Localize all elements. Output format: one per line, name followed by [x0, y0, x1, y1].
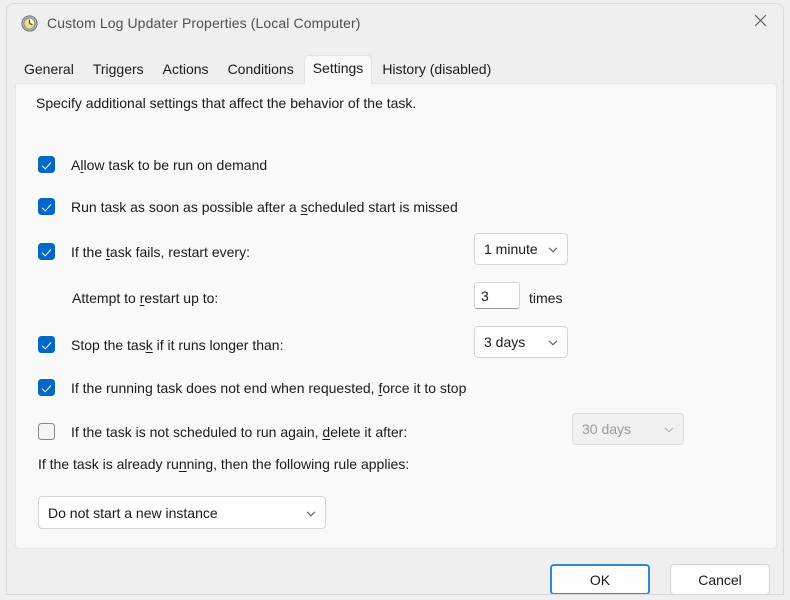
run-asap-label-accel: s — [300, 198, 308, 215]
close-button[interactable] — [737, 4, 783, 37]
allow-on-demand-label-post: low task to be run on demand — [83, 156, 268, 173]
already-running-rule-value: Do not start a new instance — [48, 504, 218, 521]
restart-on-fail-label: If the task fails, restart every: — [71, 244, 250, 260]
tab-triggers-label: Triggers — [92, 61, 144, 77]
delete-after-value: 30 days — [582, 421, 632, 437]
delete-after-label-post: elete it after: — [330, 423, 408, 440]
allow-on-demand-checkbox[interactable] — [38, 156, 55, 173]
tab-general-label: General — [24, 61, 74, 77]
stop-duration-combobox[interactable]: 3 days — [474, 326, 568, 358]
window-title: Custom Log Updater Properties (Local Com… — [47, 15, 361, 31]
restart-on-fail-label-pre: If the — [71, 243, 107, 260]
stop-if-longer-label-post: if it runs longer than: — [152, 336, 284, 353]
stop-if-longer-label-pre: Stop the tas — [71, 336, 146, 353]
restart-attempts-input[interactable]: 3 — [474, 282, 520, 309]
restart-interval-value: 1 minute — [484, 241, 538, 257]
restart-interval-combobox[interactable]: 1 minute — [474, 233, 568, 265]
chevron-down-icon — [548, 242, 558, 257]
allow-on-demand-row[interactable]: Allow task to be run on demand — [38, 156, 267, 173]
stop-if-longer-label: Stop the task if it runs longer than: — [71, 337, 283, 353]
ok-button-label: OK — [589, 571, 611, 588]
run-asap-label: Run task as soon as possible after a sch… — [71, 199, 458, 215]
already-running-label-accel: n — [178, 456, 187, 472]
force-stop-label-post: orce it to stop — [382, 379, 467, 396]
restart-attempts-label-pre: Attempt to — [72, 290, 140, 306]
restart-attempts-label-post: estart up to: — [144, 290, 219, 306]
stop-if-longer-checkbox[interactable] — [38, 336, 55, 353]
delete-after-checkbox[interactable] — [38, 423, 55, 440]
restart-on-fail-checkbox[interactable] — [38, 243, 55, 260]
restart-attempts-value: 3 — [481, 287, 489, 304]
restart-on-fail-row[interactable]: If the task fails, restart every: — [38, 243, 250, 260]
restart-attempts-suffix: times — [529, 290, 563, 306]
cancel-button-label: Cancel — [698, 571, 742, 588]
ok-button[interactable]: OK — [550, 564, 650, 594]
tab-conditions-label: Conditions — [227, 61, 294, 77]
delete-after-combobox: 30 days — [572, 413, 684, 445]
stop-if-longer-label-accel: k — [145, 336, 153, 353]
allow-on-demand-label-pre: A — [71, 156, 81, 173]
restart-attempts-label: Attempt to restart up to: — [72, 290, 218, 306]
cancel-button[interactable]: Cancel — [670, 564, 770, 594]
tab-history-label: History (disabled) — [382, 61, 492, 77]
tab-conditions[interactable]: Conditions — [219, 56, 303, 84]
allow-on-demand-label: Allow task to be run on demand — [71, 157, 267, 173]
stop-duration-value: 3 days — [484, 334, 526, 350]
already-running-label: If the task is already running, then the… — [38, 456, 409, 472]
already-running-label-post: ning, then the following rule applies: — [186, 456, 410, 472]
tab-triggers[interactable]: Triggers — [84, 56, 153, 84]
force-stop-checkbox[interactable] — [38, 379, 55, 396]
tab-settings[interactable]: Settings — [303, 55, 373, 84]
run-asap-label-post: cheduled start is missed — [307, 198, 458, 215]
properties-dialog: Custom Log Updater Properties (Local Com… — [6, 3, 784, 595]
already-running-label-pre: If the task is already ru — [38, 456, 179, 472]
tab-actions[interactable]: Actions — [154, 56, 218, 84]
already-running-rule-combobox[interactable]: Do not start a new instance — [38, 496, 326, 529]
clock-icon — [21, 15, 38, 32]
restart-on-fail-label-post: ask fails, restart every: — [109, 243, 250, 260]
delete-after-label-pre: If the task is not scheduled to run agai… — [71, 423, 323, 440]
chevron-down-icon — [664, 422, 674, 437]
force-stop-label: If the running task does not end when re… — [71, 380, 466, 396]
tab-actions-label: Actions — [162, 61, 209, 77]
tab-general[interactable]: General — [15, 56, 83, 84]
run-asap-checkbox[interactable] — [38, 198, 55, 215]
dialog-footer: OK Cancel — [7, 549, 783, 594]
stop-if-longer-row[interactable]: Stop the task if it runs longer than: — [38, 336, 283, 353]
force-stop-row[interactable]: If the running task does not end when re… — [38, 379, 466, 396]
settings-panel: Specify additional settings that affect … — [15, 83, 777, 549]
run-asap-row[interactable]: Run task as soon as possible after a sch… — [38, 198, 458, 215]
close-icon — [754, 14, 767, 27]
force-stop-label-pre: If the running task does not end when re… — [71, 379, 379, 396]
tab-settings-label: Settings — [312, 60, 364, 76]
delete-after-row[interactable]: If the task is not scheduled to run agai… — [38, 423, 407, 440]
title-bar: Custom Log Updater Properties (Local Com… — [7, 4, 783, 44]
chevron-down-icon — [548, 335, 558, 350]
panel-description: Specify additional settings that affect … — [36, 95, 417, 111]
delete-after-label: If the task is not scheduled to run agai… — [71, 424, 407, 440]
tab-history[interactable]: History (disabled) — [373, 56, 500, 84]
tab-strip: General Triggers Actions Conditions Sett… — [15, 54, 501, 84]
chevron-down-icon — [306, 505, 316, 520]
run-asap-label-pre: Run task as soon as possible after a — [71, 198, 301, 215]
